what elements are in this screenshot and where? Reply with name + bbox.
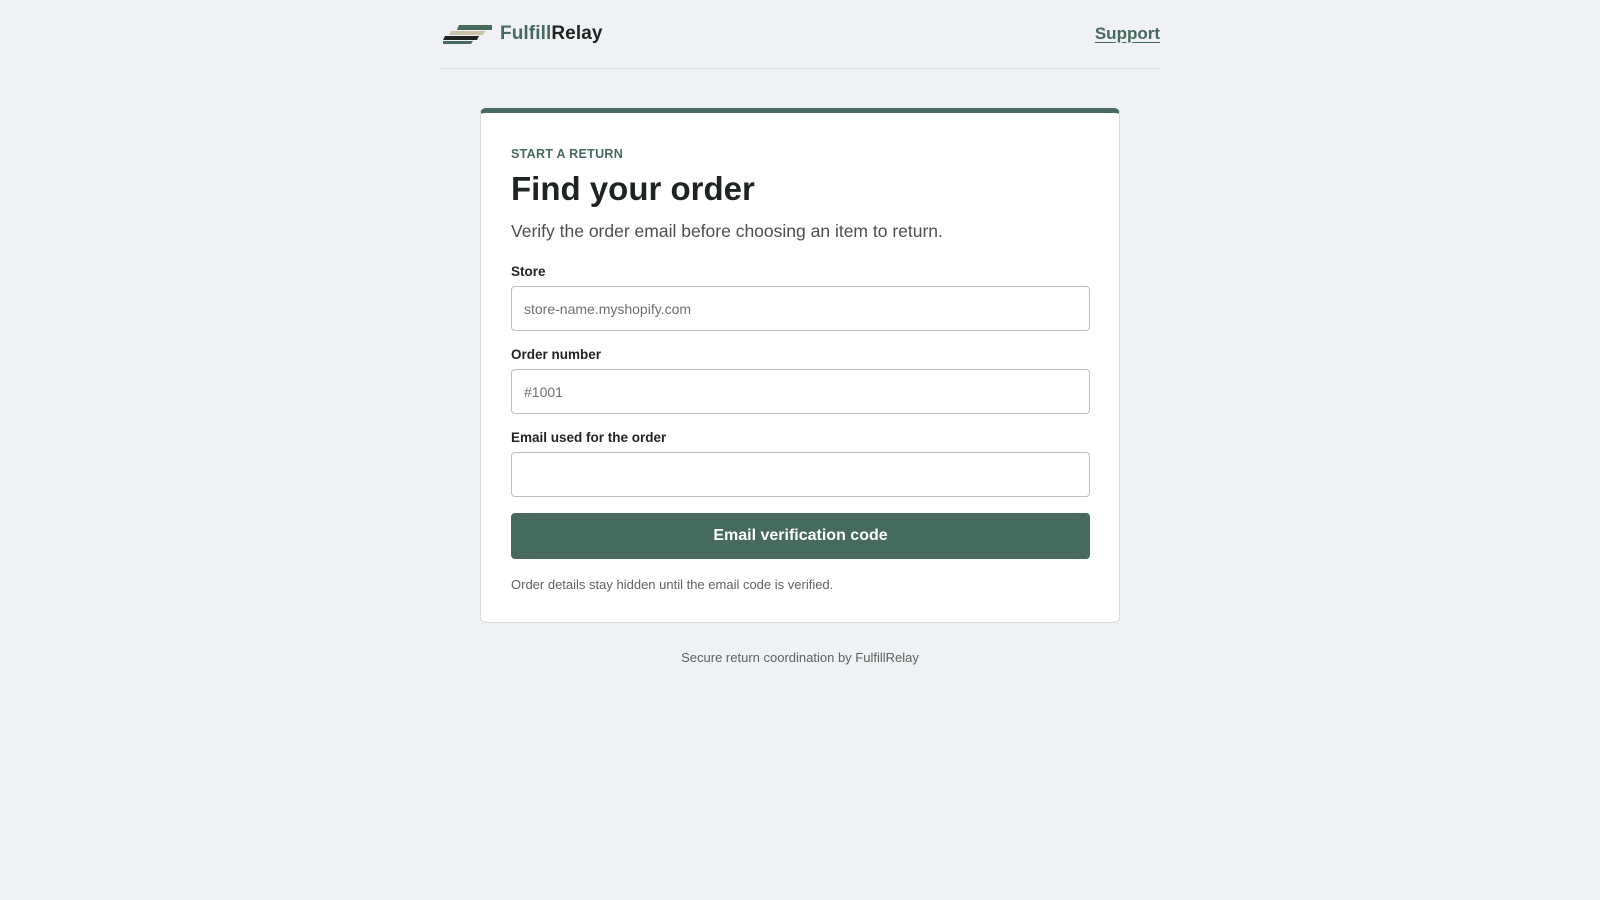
page-footer: Secure return coordination by FulfillRel… [681, 650, 919, 665]
site-header: FulfillRelay Support [440, 0, 1160, 69]
brand-name-fulfill: Fulfill [500, 23, 552, 44]
store-label: Store [511, 264, 546, 279]
page-title: Find your order [511, 170, 755, 207]
eyebrow-label: START A RETURN [511, 147, 624, 161]
stacked-stripes-logo-icon [443, 25, 492, 44]
email-label: Email used for the order [511, 430, 667, 445]
privacy-hint: Order details stay hidden until the emai… [511, 577, 834, 592]
email-input[interactable] [511, 452, 1090, 497]
email-verification-code-button[interactable]: Email verification code [511, 513, 1090, 559]
order-number-input[interactable] [511, 369, 1090, 414]
store-input[interactable] [511, 286, 1090, 331]
support-link[interactable]: Support [1095, 22, 1160, 46]
brand-name: FulfillRelay [500, 20, 603, 48]
find-order-card: START A RETURN Find your order Verify th… [480, 108, 1120, 623]
brand[interactable]: FulfillRelay [443, 20, 603, 48]
order-number-label: Order number [511, 347, 602, 362]
page-subtitle: Verify the order email before choosing a… [511, 221, 943, 241]
brand-name-relay: Relay [551, 23, 603, 44]
